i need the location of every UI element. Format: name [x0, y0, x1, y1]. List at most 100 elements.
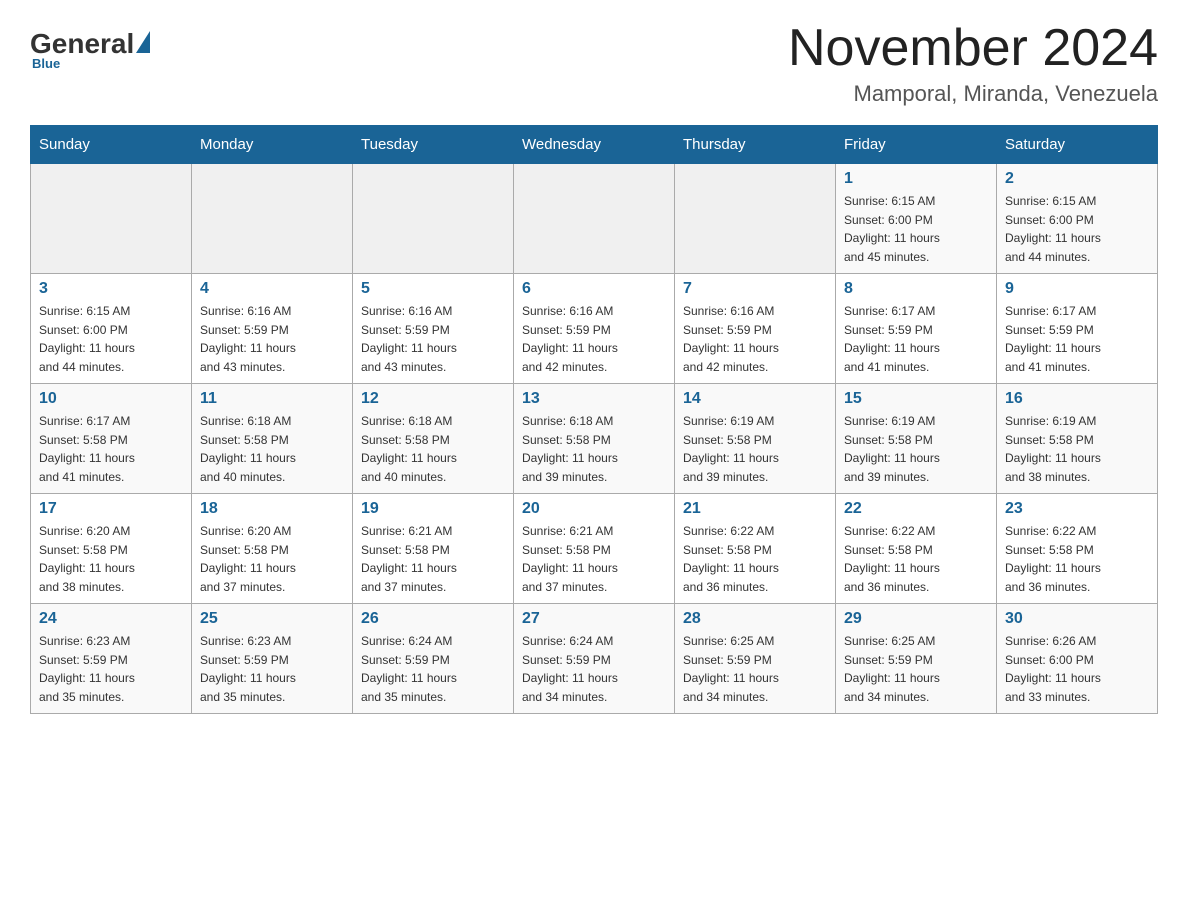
- column-header-thursday: Thursday: [675, 126, 836, 164]
- day-number: 9: [1005, 280, 1149, 298]
- day-number: 15: [844, 390, 988, 408]
- calendar-cell: 8Sunrise: 6:17 AM Sunset: 5:59 PM Daylig…: [836, 274, 997, 384]
- calendar-cell: 2 Sunrise: 6:15 AM Sunset: 6:00 PM Daylig…: [997, 164, 1158, 274]
- month-title: November 2024: [788, 20, 1158, 77]
- calendar-cell: 28 Sunrise: 6:25 AM Sunset: 5:59 PM Dayli…: [675, 604, 836, 714]
- calendar-cell: 11 Sunrise: 6:18 AM Sunset: 5:58 PM Dayli…: [192, 384, 353, 494]
- day-info: Sunrise: 6:20 AM Sunset: 5:58 PM Dayligh…: [200, 522, 344, 596]
- day-number: 10: [39, 390, 183, 408]
- day-info: Sunrise: 6:24 AM Sunset: 5:59 PM Dayligh…: [361, 632, 505, 706]
- logo-triangle-icon: [136, 31, 150, 53]
- day-number: 8: [844, 280, 988, 298]
- day-info: Sunrise: 6:16 AM Sunset: 5:59 PM Dayligh…: [361, 302, 505, 376]
- calendar-cell: 23Sunrise: 6:22 AM Sunset: 5:58 PM Dayli…: [997, 494, 1158, 604]
- day-info: Sunrise: 6:19 AM Sunset: 5:58 PM Dayligh…: [1005, 412, 1149, 486]
- day-info: Sunrise: 6:23 AM Sunset: 5:59 PM Dayligh…: [39, 632, 183, 706]
- calendar-cell: 19Sunrise: 6:21 AM Sunset: 5:58 PM Dayli…: [353, 494, 514, 604]
- day-number: 17: [39, 500, 183, 518]
- day-info: Sunrise: 6:17 AM Sunset: 5:59 PM Dayligh…: [1005, 302, 1149, 376]
- calendar-cell: 6 Sunrise: 6:16 AM Sunset: 5:59 PM Daylig…: [514, 274, 675, 384]
- day-number: 4: [200, 280, 344, 298]
- calendar-cell: 16 Sunrise: 6:19 AM Sunset: 5:58 PM Dayli…: [997, 384, 1158, 494]
- calendar-cell: 20Sunrise: 6:21 AM Sunset: 5:58 PM Dayli…: [514, 494, 675, 604]
- day-number: 19: [361, 500, 505, 518]
- calendar-cell: 13 Sunrise: 6:18 AM Sunset: 5:58 PM Dayli…: [514, 384, 675, 494]
- day-number: 30: [1005, 610, 1149, 628]
- day-number: 18: [200, 500, 344, 518]
- day-number: 27: [522, 610, 666, 628]
- calendar-cell: 4Sunrise: 6:16 AM Sunset: 5:59 PM Daylig…: [192, 274, 353, 384]
- column-header-sunday: Sunday: [31, 126, 192, 164]
- calendar-cell: 14 Sunrise: 6:19 AM Sunset: 5:58 PM Dayli…: [675, 384, 836, 494]
- column-header-wednesday: Wednesday: [514, 126, 675, 164]
- calendar-cell: 3 Sunrise: 6:15 AM Sunset: 6:00 PM Daylig…: [31, 274, 192, 384]
- day-info: Sunrise: 6:25 AM Sunset: 5:59 PM Dayligh…: [844, 632, 988, 706]
- calendar-cell: [353, 164, 514, 274]
- day-info: Sunrise: 6:24 AM Sunset: 5:59 PM Dayligh…: [522, 632, 666, 706]
- day-number: 12: [361, 390, 505, 408]
- day-number: 29: [844, 610, 988, 628]
- day-number: 5: [361, 280, 505, 298]
- calendar-cell: [31, 164, 192, 274]
- day-info: Sunrise: 6:16 AM Sunset: 5:59 PM Dayligh…: [522, 302, 666, 376]
- column-header-tuesday: Tuesday: [353, 126, 514, 164]
- calendar-week-row: 17 Sunrise: 6:20 AM Sunset: 5:58 PM Dayli…: [31, 494, 1158, 604]
- day-number: 13: [522, 390, 666, 408]
- day-info: Sunrise: 6:18 AM Sunset: 5:58 PM Dayligh…: [200, 412, 344, 486]
- calendar-cell: 27 Sunrise: 6:24 AM Sunset: 5:59 PM Dayli…: [514, 604, 675, 714]
- day-number: 3: [39, 280, 183, 298]
- logo-blue-text: Blue: [32, 56, 60, 71]
- day-number: 11: [200, 390, 344, 408]
- day-info: Sunrise: 6:26 AM Sunset: 6:00 PM Dayligh…: [1005, 632, 1149, 706]
- calendar-cell: [514, 164, 675, 274]
- day-info: Sunrise: 6:22 AM Sunset: 5:58 PM Dayligh…: [683, 522, 827, 596]
- calendar-table: SundayMondayTuesdayWednesdayThursdayFrid…: [30, 125, 1158, 714]
- day-number: 25: [200, 610, 344, 628]
- calendar-header-row: SundayMondayTuesdayWednesdayThursdayFrid…: [31, 126, 1158, 164]
- day-info: Sunrise: 6:20 AM Sunset: 5:58 PM Dayligh…: [39, 522, 183, 596]
- day-info: Sunrise: 6:19 AM Sunset: 5:58 PM Dayligh…: [683, 412, 827, 486]
- day-number: 6: [522, 280, 666, 298]
- column-header-monday: Monday: [192, 126, 353, 164]
- day-info: Sunrise: 6:25 AM Sunset: 5:59 PM Dayligh…: [683, 632, 827, 706]
- day-number: 28: [683, 610, 827, 628]
- location-title: Mamporal, Miranda, Venezuela: [788, 81, 1158, 107]
- calendar-cell: 21 Sunrise: 6:22 AM Sunset: 5:58 PM Dayli…: [675, 494, 836, 604]
- calendar-cell: 18 Sunrise: 6:20 AM Sunset: 5:58 PM Dayli…: [192, 494, 353, 604]
- column-header-saturday: Saturday: [997, 126, 1158, 164]
- day-number: 22: [844, 500, 988, 518]
- calendar-cell: [192, 164, 353, 274]
- calendar-week-row: 24 Sunrise: 6:23 AM Sunset: 5:59 PM Dayli…: [31, 604, 1158, 714]
- day-info: Sunrise: 6:17 AM Sunset: 5:58 PM Dayligh…: [39, 412, 183, 486]
- day-number: 24: [39, 610, 183, 628]
- day-info: Sunrise: 6:22 AM Sunset: 5:58 PM Dayligh…: [844, 522, 988, 596]
- day-number: 21: [683, 500, 827, 518]
- day-info: Sunrise: 6:16 AM Sunset: 5:59 PM Dayligh…: [683, 302, 827, 376]
- calendar-week-row: 3 Sunrise: 6:15 AM Sunset: 6:00 PM Daylig…: [31, 274, 1158, 384]
- calendar-week-row: 1Sunrise: 6:15 AM Sunset: 6:00 PM Daylig…: [31, 164, 1158, 274]
- calendar-cell: 17 Sunrise: 6:20 AM Sunset: 5:58 PM Dayli…: [31, 494, 192, 604]
- day-info: Sunrise: 6:18 AM Sunset: 5:58 PM Dayligh…: [522, 412, 666, 486]
- day-info: Sunrise: 6:22 AM Sunset: 5:58 PM Dayligh…: [1005, 522, 1149, 596]
- calendar-cell: 12 Sunrise: 6:18 AM Sunset: 5:58 PM Dayli…: [353, 384, 514, 494]
- day-info: Sunrise: 6:18 AM Sunset: 5:58 PM Dayligh…: [361, 412, 505, 486]
- calendar-cell: [675, 164, 836, 274]
- calendar-cell: 1Sunrise: 6:15 AM Sunset: 6:00 PM Daylig…: [836, 164, 997, 274]
- day-number: 2: [1005, 170, 1149, 188]
- day-info: Sunrise: 6:15 AM Sunset: 6:00 PM Dayligh…: [844, 192, 988, 266]
- day-number: 14: [683, 390, 827, 408]
- calendar-week-row: 10 Sunrise: 6:17 AM Sunset: 5:58 PM Dayli…: [31, 384, 1158, 494]
- calendar-cell: 10 Sunrise: 6:17 AM Sunset: 5:58 PM Dayli…: [31, 384, 192, 494]
- day-info: Sunrise: 6:19 AM Sunset: 5:58 PM Dayligh…: [844, 412, 988, 486]
- title-section: November 2024 Mamporal, Miranda, Venezue…: [788, 20, 1158, 107]
- logo: General Blue: [30, 20, 150, 71]
- day-number: 20: [522, 500, 666, 518]
- calendar-cell: 5 Sunrise: 6:16 AM Sunset: 5:59 PM Daylig…: [353, 274, 514, 384]
- day-info: Sunrise: 6:15 AM Sunset: 6:00 PM Dayligh…: [1005, 192, 1149, 266]
- day-info: Sunrise: 6:15 AM Sunset: 6:00 PM Dayligh…: [39, 302, 183, 376]
- calendar-cell: 24 Sunrise: 6:23 AM Sunset: 5:59 PM Dayli…: [31, 604, 192, 714]
- page-header: General Blue November 2024 Mamporal, Mir…: [30, 20, 1158, 107]
- calendar-cell: 30 Sunrise: 6:26 AM Sunset: 6:00 PM Dayli…: [997, 604, 1158, 714]
- day-number: 16: [1005, 390, 1149, 408]
- calendar-cell: 29 Sunrise: 6:25 AM Sunset: 5:59 PM Dayli…: [836, 604, 997, 714]
